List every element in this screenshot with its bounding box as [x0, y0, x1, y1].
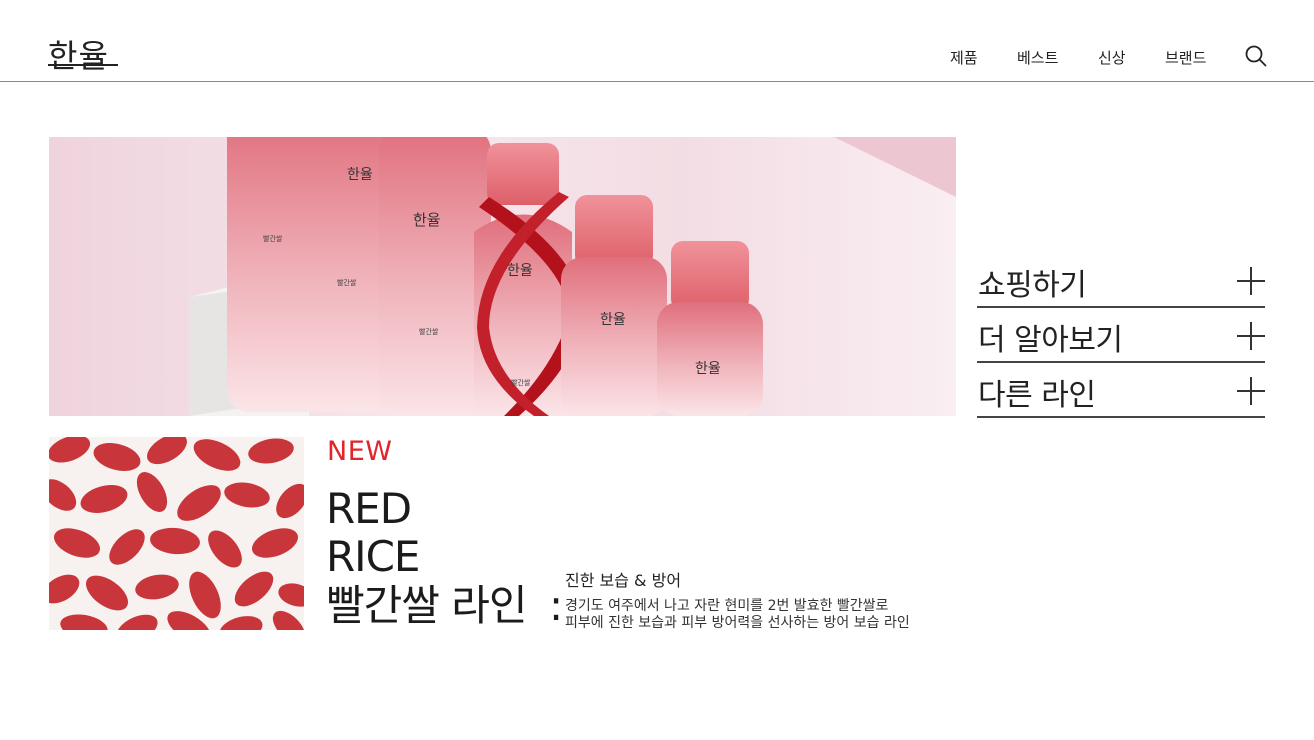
search-button[interactable] — [1244, 44, 1268, 68]
bottle-label-text: 빨간쌀 — [511, 378, 531, 387]
bottle-logo-text: 한율 — [507, 263, 533, 279]
bottle-logo-text: 한율 — [413, 211, 441, 229]
bottle-label-text: 빨간쌀 — [337, 278, 357, 287]
nav-item-products[interactable]: 제품 — [950, 47, 978, 68]
bottle-logo-text: 한율 — [695, 361, 721, 377]
red-rice-image — [49, 437, 304, 630]
nav-item-brand[interactable]: 브랜드 — [1165, 47, 1206, 68]
line-title-red: RED — [326, 484, 412, 533]
accordion-label: 더 알아보기 — [978, 323, 1123, 358]
title-colon: : — [549, 581, 564, 630]
line-description-2: 피부에 진한 보습과 피부 방어력을 선사하는 방어 보습 라인 — [565, 615, 910, 631]
accordion-shopping[interactable]: 쇼핑하기 — [977, 252, 1265, 308]
accordion-other-lines[interactable]: 다른 라인 — [977, 362, 1265, 418]
bottle-label-text: 빨간쌀 — [263, 234, 283, 243]
site-header: 한율 제품 베스트 신상 브랜드 — [0, 0, 1314, 82]
bottle-logo-text: 한율 — [600, 312, 626, 328]
line-title-rice: RICE — [326, 532, 420, 581]
plus-icon[interactable] — [1237, 267, 1265, 295]
plus-icon[interactable] — [1237, 322, 1265, 350]
line-subtitle: 진한 보습 & 방어 — [565, 571, 682, 590]
red-rice-grains-illustration — [49, 437, 304, 630]
search-icon — [1245, 45, 1267, 67]
brand-logo[interactable]: 한율 — [48, 31, 109, 77]
nav-item-best[interactable]: 베스트 — [1017, 47, 1058, 68]
accordion-label: 다른 라인 — [978, 378, 1096, 413]
bottle-logo-text: 한율 — [347, 167, 373, 183]
new-badge: NEW — [327, 436, 393, 467]
hero-illustration: 한율 한율 한율 한율 한율 빨간쌀 빨간쌀 빨간쌀 빨간쌀 — [189, 137, 956, 416]
nav-item-new[interactable]: 신상 — [1098, 47, 1126, 68]
bottle-label-text: 빨간쌀 — [419, 327, 439, 336]
accordion-label: 쇼핑하기 — [978, 268, 1087, 303]
logo-underline — [48, 64, 118, 66]
line-title-korean: 빨간쌀 라인 — [326, 581, 528, 630]
plus-icon[interactable] — [1237, 377, 1265, 405]
hero-product-image[interactable]: 한율 한율 한율 한율 한율 빨간쌀 빨간쌀 빨간쌀 빨간쌀 — [49, 137, 956, 416]
accordion-learn-more[interactable]: 더 알아보기 — [977, 307, 1265, 363]
